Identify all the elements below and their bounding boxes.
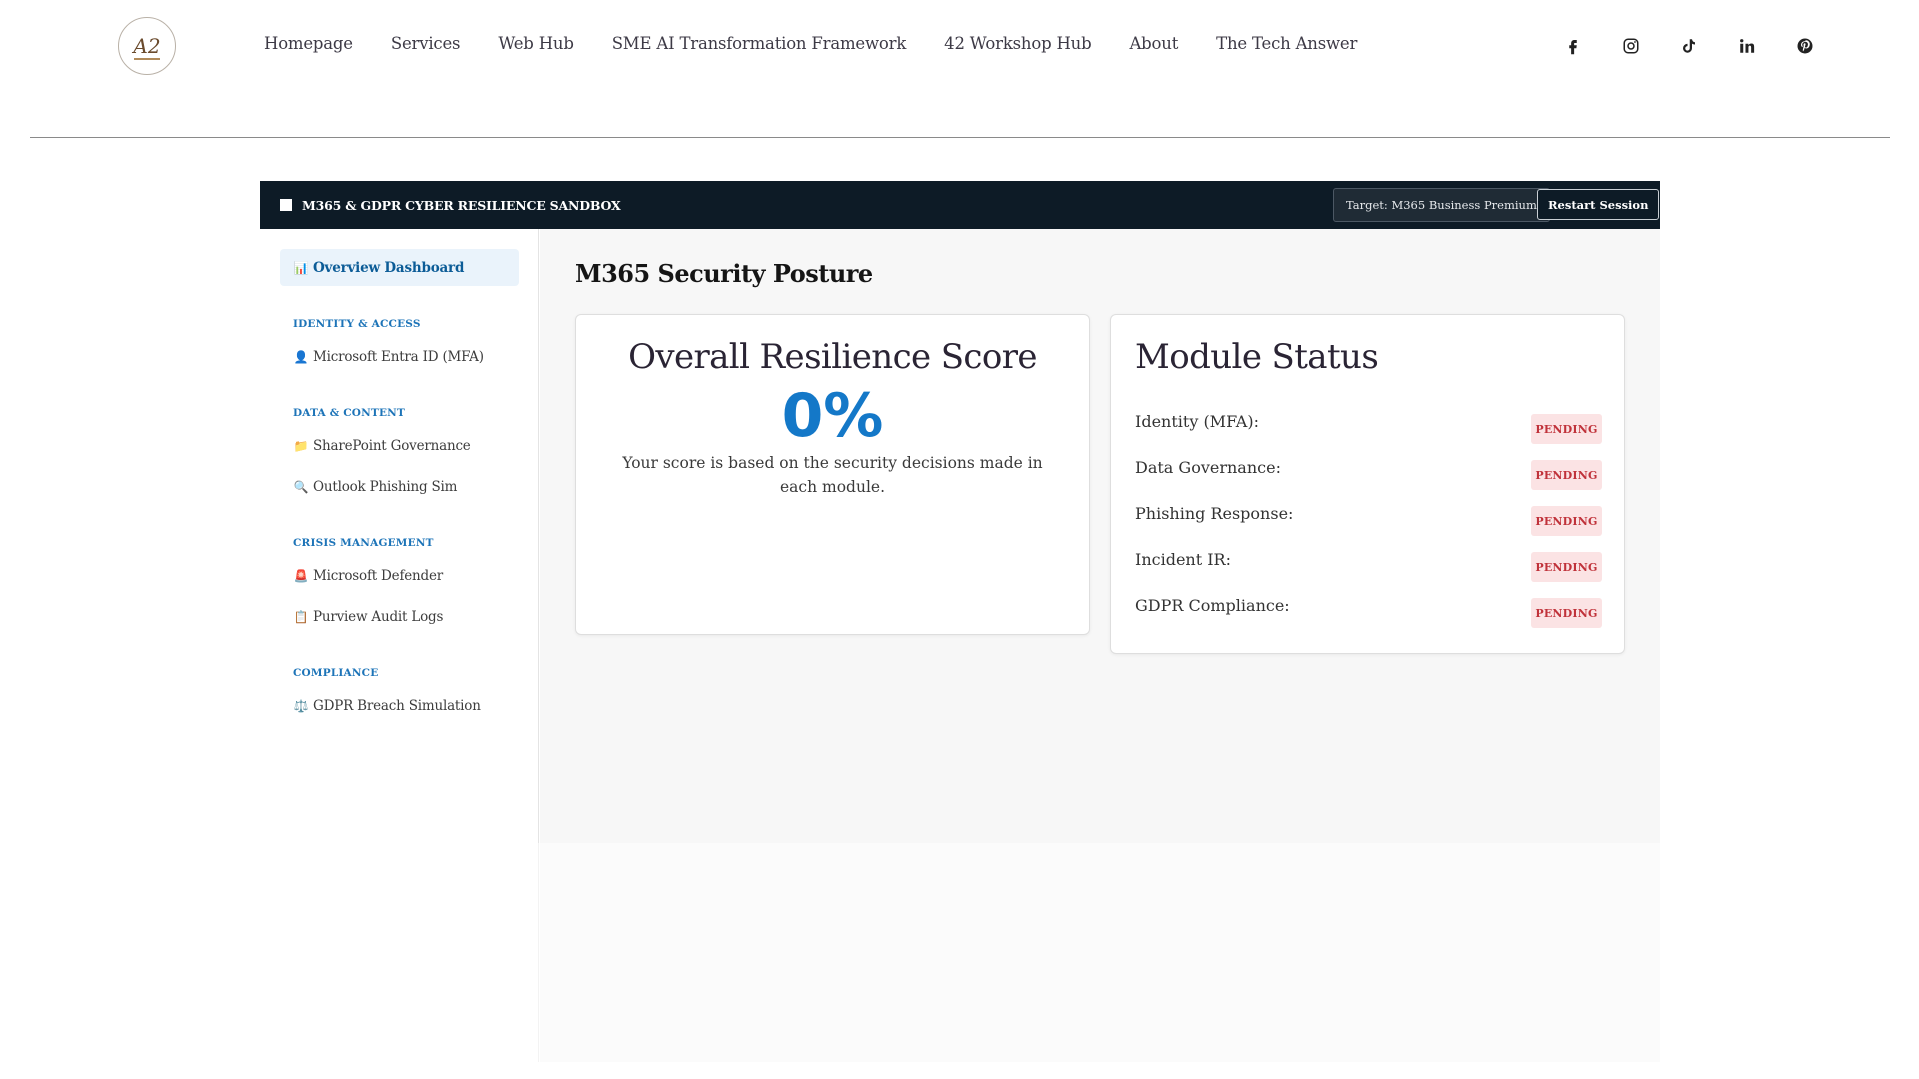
sidebar-item-defender[interactable]: 🚨 Microsoft Defender xyxy=(280,557,519,594)
status-label: Incident IR: xyxy=(1135,550,1231,569)
app-title: M365 & GDPR CYBER RESILIENCE SANDBOX xyxy=(302,197,621,213)
sidebar-heading-compliance: COMPLIANCE xyxy=(293,667,379,679)
status-label: Phishing Response: xyxy=(1135,504,1294,523)
status-badge: PENDING xyxy=(1531,506,1602,536)
sidebar-item-label: Microsoft Defender xyxy=(313,567,444,584)
status-badge: PENDING xyxy=(1531,552,1602,582)
facebook-icon[interactable] xyxy=(1560,33,1586,59)
status-label: GDPR Compliance: xyxy=(1135,596,1290,615)
status-row-data-governance: Data Governance: PENDING xyxy=(1135,458,1602,494)
score-card: Overall Resilience Score 0% Your score i… xyxy=(575,314,1090,635)
sandbox-app: M365 & GDPR CYBER RESILIENCE SANDBOX Tar… xyxy=(260,181,1660,1062)
module-status-title: Module Status xyxy=(1135,337,1379,377)
user-icon: 👤 xyxy=(293,349,309,364)
sidebar-item-label: Purview Audit Logs xyxy=(313,608,444,625)
status-row-gdpr: GDPR Compliance: PENDING xyxy=(1135,596,1602,632)
score-card-title: Overall Resilience Score xyxy=(628,337,1037,377)
linkedin-icon[interactable] xyxy=(1734,33,1760,59)
status-row-phishing: Phishing Response: PENDING xyxy=(1135,504,1602,540)
target-badge: Target: M365 Business Premium xyxy=(1333,188,1550,222)
nav-homepage[interactable]: Homepage xyxy=(264,34,353,53)
main-nav: Homepage Services Web Hub SME AI Transfo… xyxy=(264,34,1395,53)
scales-icon: ⚖️ xyxy=(293,698,309,713)
main-content: M365 Security Posture Overall Resilience… xyxy=(540,229,1660,1062)
score-description: Your score is based on the security deci… xyxy=(622,454,1043,496)
sidebar-item-label: SharePoint Governance xyxy=(313,437,471,454)
tiktok-icon[interactable] xyxy=(1676,33,1702,59)
score-value: 0% xyxy=(781,381,884,451)
site-header: A2 Homepage Services Web Hub SME AI Tran… xyxy=(0,0,1919,138)
sidebar-item-sharepoint[interactable]: 📁 SharePoint Governance xyxy=(280,427,519,464)
sidebar-item-overview[interactable]: 📊 Overview Dashboard xyxy=(280,249,519,286)
sidebar-heading-crisis: CRISIS MANAGEMENT xyxy=(293,537,434,549)
app-topbar: M365 & GDPR CYBER RESILIENCE SANDBOX Tar… xyxy=(260,181,1660,229)
restart-session-button[interactable]: Restart Session xyxy=(1537,189,1660,220)
header-divider xyxy=(30,137,1890,138)
sidebar-heading-data: DATA & CONTENT xyxy=(293,407,405,419)
nav-workshop-hub[interactable]: 42 Workshop Hub xyxy=(944,34,1092,53)
sidebar-item-label: Microsoft Entra ID (MFA) xyxy=(313,348,484,365)
sidebar-heading-identity: IDENTITY & ACCESS xyxy=(293,318,421,330)
status-label: Identity (MFA): xyxy=(1135,412,1259,431)
chart-icon: 📊 xyxy=(293,260,309,275)
nav-tech-answer[interactable]: The Tech Answer xyxy=(1216,34,1357,53)
pinterest-icon[interactable] xyxy=(1792,33,1818,59)
status-badge: PENDING xyxy=(1531,414,1602,444)
nav-services[interactable]: Services xyxy=(391,34,461,53)
status-row-incident: Incident IR: PENDING xyxy=(1135,550,1602,586)
nav-about[interactable]: About xyxy=(1129,34,1178,53)
sidebar-item-purview[interactable]: 📋 Purview Audit Logs xyxy=(280,598,519,635)
sidebar-item-outlook-phishing[interactable]: 🔍 Outlook Phishing Sim xyxy=(280,468,519,505)
nav-web-hub[interactable]: Web Hub xyxy=(498,34,574,53)
sidebar-item-label: GDPR Breach Simulation xyxy=(313,697,481,714)
status-label: Data Governance: xyxy=(1135,458,1281,477)
site-logo[interactable]: A2 xyxy=(118,17,176,75)
module-status-card: Module Status Identity (MFA): PENDING Da… xyxy=(1110,314,1625,654)
app-square-icon xyxy=(280,199,292,211)
nav-sme-ai-framework[interactable]: SME AI Transformation Framework xyxy=(612,34,907,53)
folder-icon: 📁 xyxy=(293,438,309,453)
logo-underline xyxy=(134,58,160,60)
magnifier-icon: 🔍 xyxy=(293,479,309,494)
sidebar: 📊 Overview Dashboard IDENTITY & ACCESS 👤… xyxy=(260,229,539,1062)
page-title: M365 Security Posture xyxy=(575,259,873,288)
sidebar-item-label: Overview Dashboard xyxy=(313,259,465,276)
logo-mark: A2 xyxy=(133,34,161,58)
status-badge: PENDING xyxy=(1531,460,1602,490)
social-links xyxy=(1560,33,1850,59)
status-row-identity: Identity (MFA): PENDING xyxy=(1135,412,1602,448)
sidebar-item-gdpr-breach[interactable]: ⚖️ GDPR Breach Simulation xyxy=(280,687,519,724)
sidebar-item-label: Outlook Phishing Sim xyxy=(313,478,458,495)
status-badge: PENDING xyxy=(1531,598,1602,628)
sidebar-item-entra-id[interactable]: 👤 Microsoft Entra ID (MFA) xyxy=(280,338,519,375)
siren-icon: 🚨 xyxy=(293,568,309,583)
clipboard-icon: 📋 xyxy=(293,609,309,624)
instagram-icon[interactable] xyxy=(1618,33,1644,59)
